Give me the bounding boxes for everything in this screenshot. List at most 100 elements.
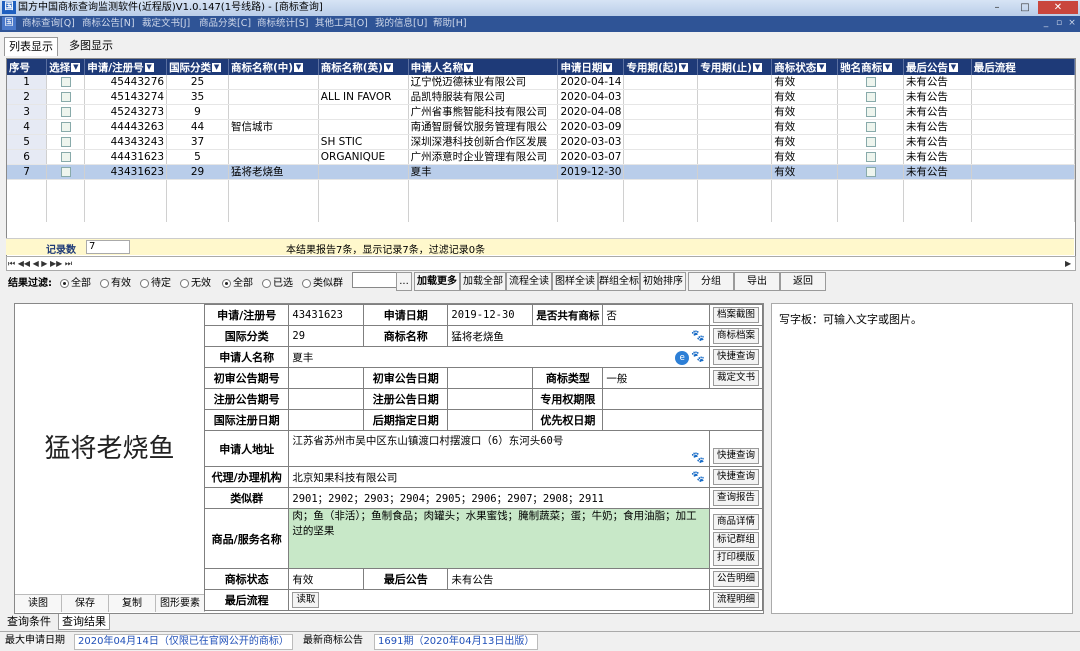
print-template-button[interactable]: 打印模版 bbox=[712, 549, 759, 566]
quick-query-button-3[interactable]: 快捷查询 bbox=[712, 469, 759, 485]
baidu-paw-icon[interactable]: 🐾 bbox=[691, 329, 705, 342]
notice-detail-button[interactable]: 公告明细 bbox=[712, 571, 759, 587]
mark-group-button[interactable]: 标记群组 bbox=[712, 531, 759, 548]
column-filter-dropdown-icon[interactable]: ▼ bbox=[603, 63, 613, 72]
table-row[interactable]: 7 43431623 29 猛将老烧鱼 夏丰 2019-12-30 有效 未有公告 bbox=[7, 164, 1075, 180]
column-filter-dropdown-icon[interactable]: ▼ bbox=[679, 63, 689, 72]
filter-radio-invalid[interactable]: 无效 bbox=[180, 274, 211, 289]
tab-list-view[interactable]: 列表显示 bbox=[4, 37, 58, 56]
return-button[interactable]: 返回 bbox=[780, 272, 826, 291]
trademark-archive-button[interactable]: 商标档案 bbox=[712, 328, 759, 344]
table-row[interactable]: 3 45243273 9 广州省事熊智能科技有限公司 2020-04-08 有效 未有公告 bbox=[7, 104, 1075, 120]
grid-col-header[interactable]: 选择 ▼ bbox=[46, 59, 86, 75]
baidu-paw-icon[interactable]: 🐾 bbox=[691, 350, 705, 363]
table-row[interactable]: 4 44443263 44 智信城市 南通智厨餐饮服务管理有限公 2020-03-09 有效… bbox=[7, 119, 1075, 135]
table-row[interactable]: 5 44343243 37 SH STIC 深圳深港科技创新合作区发展 2020-03-0… bbox=[7, 134, 1075, 150]
column-filter-dropdown-icon[interactable]: ▼ bbox=[752, 63, 762, 72]
group-button[interactable]: 分组 bbox=[688, 272, 734, 291]
load-all-button[interactable]: 加载全部 bbox=[460, 272, 506, 291]
grid-col-header[interactable]: 商标状态 ▼ bbox=[771, 59, 839, 75]
row-select-checkbox[interactable] bbox=[60, 137, 71, 147]
read-image-button[interactable]: 读图 bbox=[15, 594, 62, 612]
tab-query-results[interactable]: 查询结果 bbox=[58, 614, 110, 630]
row-select-checkbox[interactable] bbox=[60, 152, 71, 162]
menu-trademark-notice[interactable]: 商标公告[N] bbox=[82, 17, 135, 31]
read-flow-button[interactable]: 读取 bbox=[292, 592, 320, 608]
goods-detail-button[interactable]: 商品详情 bbox=[712, 513, 759, 530]
mdi-minimize-icon[interactable]: _ bbox=[1040, 18, 1052, 29]
quick-query-button-1[interactable]: 快捷查询 bbox=[712, 349, 759, 365]
row-select-checkbox[interactable] bbox=[60, 92, 71, 102]
copy-image-button[interactable]: 复制 bbox=[109, 594, 156, 612]
record-navigator[interactable]: ⏮ ◀◀ ◀ ▶ ▶▶ ⏭ bbox=[8, 257, 72, 270]
image-read-all-button[interactable]: 图样全读 bbox=[552, 272, 598, 291]
column-filter-dropdown-icon[interactable]: ▼ bbox=[144, 63, 154, 72]
table-row[interactable]: 6 44431623 5 ORGANIQUE 广州添意时企业管理有限公司 2020-03-… bbox=[7, 149, 1075, 165]
menu-my-info[interactable]: 我的信息[U] bbox=[375, 17, 427, 31]
save-image-button[interactable]: 保存 bbox=[62, 594, 109, 612]
close-button[interactable]: ✕ bbox=[1038, 1, 1078, 14]
menu-trademark-query[interactable]: 商标查询[Q] bbox=[22, 17, 75, 31]
mdi-close-icon[interactable]: × bbox=[1066, 18, 1078, 29]
column-filter-dropdown-icon[interactable]: ▼ bbox=[817, 63, 827, 72]
grid-col-header[interactable]: 申请日期 ▼ bbox=[557, 59, 625, 75]
baidu-paw-icon[interactable]: 🐾 bbox=[691, 470, 705, 483]
similar-group-input[interactable] bbox=[352, 272, 398, 288]
grid-col-header[interactable]: 最后公告 ▼ bbox=[903, 59, 972, 75]
query-report-button[interactable]: 查询报告 bbox=[712, 490, 759, 506]
grid-col-header[interactable]: 商标名称(英) ▼ bbox=[318, 59, 409, 75]
filter-radio-similar-group[interactable]: 类似群 bbox=[302, 274, 343, 289]
filter-radio-all-2[interactable]: 全部 bbox=[222, 274, 253, 289]
similar-group-picker-button[interactable]: ... bbox=[396, 272, 412, 291]
table-row[interactable]: 1 45443276 25 辽宁悦迈德袜业有限公司 2020-04-14 有效 未有公告 bbox=[7, 75, 1075, 90]
table-row[interactable]: 2 45143274 35 ALL IN FAVOR 品凯特服装有限公司 2020-04-… bbox=[7, 89, 1075, 105]
menu-help[interactable]: 帮助[H] bbox=[433, 17, 467, 31]
column-filter-dropdown-icon[interactable]: ▼ bbox=[883, 63, 893, 72]
mdi-restore-icon[interactable]: ▫ bbox=[1053, 18, 1065, 29]
graphic-elements-button[interactable]: 图形要素 bbox=[156, 594, 205, 612]
load-more-button[interactable]: 加载更多 bbox=[414, 272, 460, 291]
maximize-button[interactable]: □ bbox=[1012, 1, 1038, 14]
grid-col-header[interactable]: 驰名商标 ▼ bbox=[837, 59, 904, 75]
filter-radio-pending[interactable]: 待定 bbox=[140, 274, 171, 289]
export-button[interactable]: 导出 bbox=[734, 272, 780, 291]
grid-col-header[interactable]: 最后流程 bbox=[971, 59, 1075, 75]
grid-col-header[interactable]: 序号 bbox=[7, 59, 48, 75]
tab-multi-image-view[interactable]: 多图显示 bbox=[65, 37, 117, 55]
archive-screenshot-button[interactable]: 档案截图 bbox=[712, 307, 759, 323]
column-filter-dropdown-icon[interactable]: ▼ bbox=[294, 63, 304, 72]
menu-goods-class[interactable]: 商品分类[C] bbox=[199, 17, 251, 31]
quick-query-button-2[interactable]: 快捷查询 bbox=[712, 448, 759, 464]
flow-read-all-button[interactable]: 流程全读 bbox=[506, 272, 552, 291]
grid-col-header[interactable]: 专用期(起) ▼ bbox=[623, 59, 699, 75]
grid-col-header[interactable]: 国际分类 ▼ bbox=[166, 59, 229, 75]
filter-radio-selected[interactable]: 已选 bbox=[262, 274, 293, 289]
baidu-paw-icon[interactable]: 🐾 bbox=[691, 451, 705, 464]
write-board[interactable]: 写字板：可输入文字或图片。 bbox=[771, 303, 1073, 614]
minimize-button[interactable]: – bbox=[984, 1, 1010, 14]
filter-radio-all[interactable]: 全部 bbox=[60, 274, 91, 289]
row-select-checkbox[interactable] bbox=[60, 77, 71, 87]
grid-col-header[interactable]: 专用期(止) ▼ bbox=[697, 59, 773, 75]
initial-sort-button[interactable]: 初始排序 bbox=[640, 272, 686, 291]
group-mark-all-button[interactable]: 群组全标 bbox=[598, 272, 640, 291]
row-select-checkbox[interactable] bbox=[60, 107, 71, 117]
column-filter-dropdown-icon[interactable]: ▼ bbox=[948, 63, 958, 72]
column-filter-dropdown-icon[interactable]: ▼ bbox=[212, 63, 222, 72]
column-filter-dropdown-icon[interactable]: ▼ bbox=[383, 63, 393, 72]
filter-radio-valid[interactable]: 有效 bbox=[100, 274, 131, 289]
flow-detail-button[interactable]: 流程明细 bbox=[712, 592, 759, 608]
tab-query-conditions[interactable]: 查询条件 bbox=[4, 614, 54, 629]
row-select-checkbox[interactable] bbox=[60, 167, 71, 177]
column-filter-dropdown-icon[interactable]: ▼ bbox=[464, 63, 474, 72]
ruling-docs-button[interactable]: 裁定文书 bbox=[712, 370, 759, 386]
row-select-checkbox[interactable] bbox=[60, 122, 71, 132]
grid-col-header[interactable]: 申请人名称 ▼ bbox=[408, 59, 559, 75]
horizontal-scrollbar[interactable]: ⏮ ◀◀ ◀ ▶ ▶▶ ⏭ ▶ bbox=[6, 256, 1076, 271]
column-filter-dropdown-icon[interactable]: ▼ bbox=[71, 63, 81, 72]
menu-other-tools[interactable]: 其他工具[O] bbox=[315, 17, 368, 31]
grid-col-header[interactable]: 申请/注册号 ▼ bbox=[84, 59, 168, 75]
browser-e-icon[interactable]: e bbox=[675, 351, 690, 365]
scroll-right-icon[interactable]: ▶ bbox=[1065, 257, 1071, 270]
menu-statistics[interactable]: 商标统计[S] bbox=[257, 17, 308, 31]
